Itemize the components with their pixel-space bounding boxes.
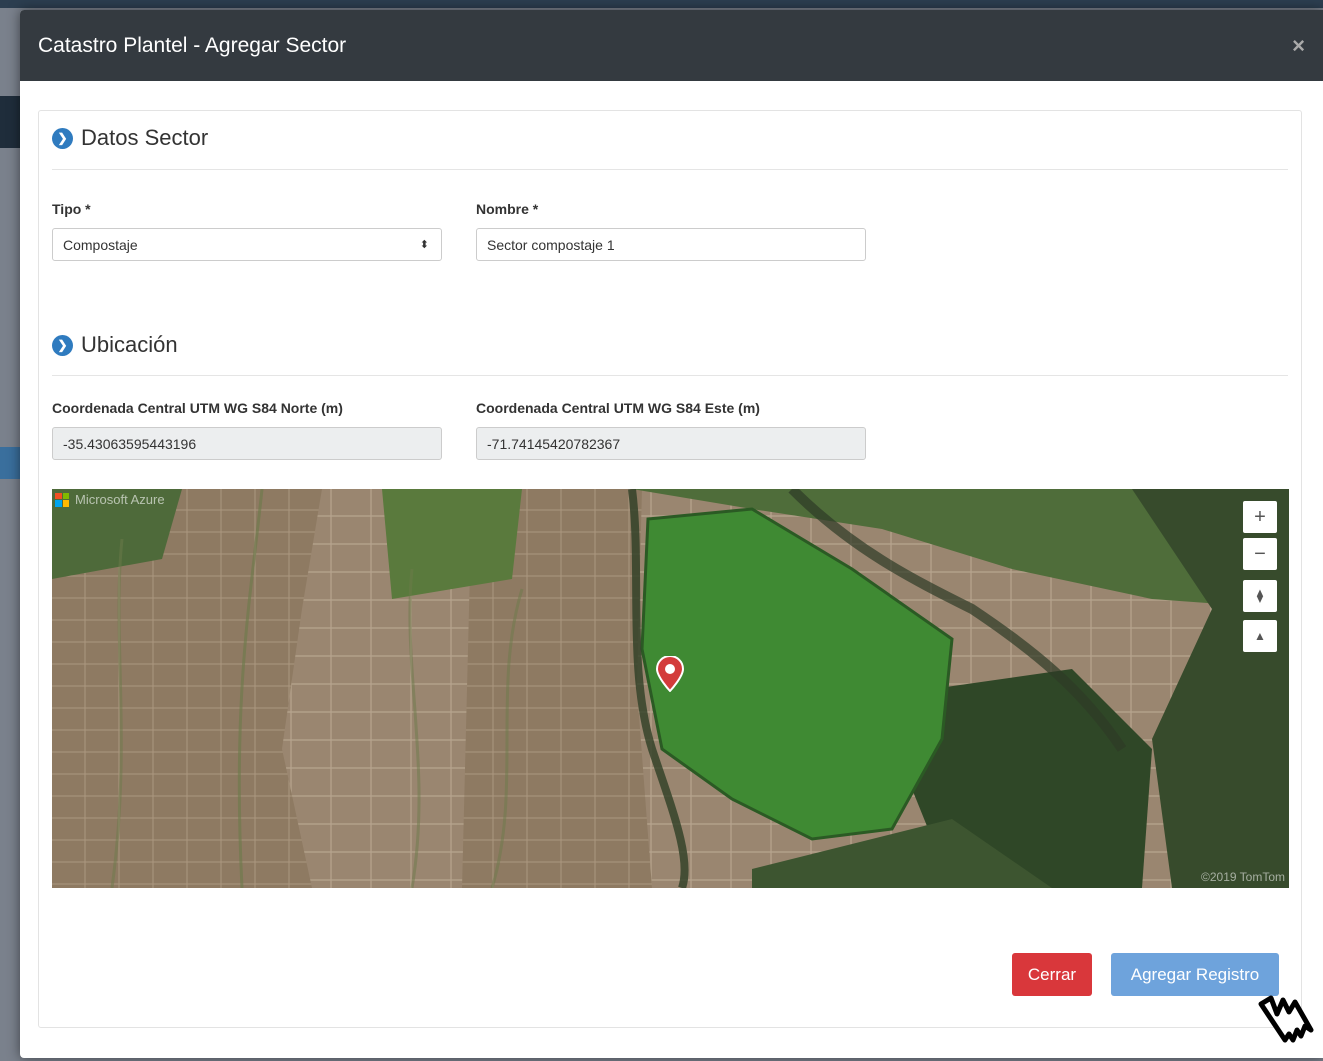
nombre-label: Nombre * (476, 201, 539, 217)
map-pin-icon[interactable] (655, 656, 685, 692)
select-arrows-icon: ⬍ (419, 239, 429, 251)
microsoft-logo-icon (55, 492, 69, 507)
section-datos-sector: ❯ Datos Sector (52, 125, 208, 151)
este-value: -71.74145420782367 (487, 435, 621, 452)
divider (52, 169, 1288, 170)
cerrar-button[interactable]: Cerrar (1012, 953, 1092, 996)
background-navbar (0, 0, 1323, 8)
agregar-registro-button[interactable]: Agregar Registro (1111, 953, 1279, 996)
tipo-select[interactable]: Compostaje ⬍ (52, 228, 442, 261)
section-ubicacion: ❯ Ubicación (52, 332, 178, 358)
satellite-map[interactable]: Microsoft Azure + − ⧫ ▲ ©2019 TomTom (52, 489, 1289, 888)
map-attribution: ©2019 TomTom (1201, 870, 1285, 884)
nombre-input[interactable]: Sector compostaje 1 (476, 228, 866, 261)
chevron-circle-right-icon: ❯ (52, 334, 73, 356)
modal-title: Catastro Plantel - Agregar Sector (38, 33, 347, 57)
este-input[interactable]: -71.74145420782367 (476, 427, 866, 460)
chevron-circle-right-icon: ❯ (52, 127, 73, 149)
section-title: Ubicación (81, 332, 178, 357)
norte-input[interactable]: -35.43063595443196 (52, 427, 442, 460)
map-provider: Microsoft Azure (75, 492, 165, 507)
zoom-in-button[interactable]: + (1243, 501, 1277, 533)
add-sector-modal: Catastro Plantel - Agregar Sector × ❯ Da… (20, 10, 1323, 1058)
nombre-value: Sector compostaje 1 (487, 236, 615, 253)
divider (52, 375, 1288, 376)
pitch-button[interactable]: ▲ (1243, 620, 1277, 652)
este-label: Coordenada Central UTM WG S84 Este (m) (476, 400, 760, 416)
azure-logo: Microsoft Azure (55, 492, 165, 507)
modal-header: Catastro Plantel - Agregar Sector × (20, 10, 1323, 81)
hand-cursor-icon (1258, 995, 1314, 1043)
tipo-value: Compostaje (63, 236, 138, 253)
background-bar (0, 96, 20, 148)
background-bar (0, 447, 20, 479)
form-panel: ❯ Datos Sector Tipo * Compostaje ⬍ Nombr… (38, 110, 1302, 1028)
tipo-label: Tipo * (52, 201, 91, 217)
compass-button[interactable]: ⧫ (1243, 580, 1277, 612)
close-icon[interactable]: × (1292, 33, 1305, 59)
zoom-out-button[interactable]: − (1243, 538, 1277, 570)
section-title: Datos Sector (81, 125, 209, 150)
norte-value: -35.43063595443196 (63, 435, 197, 452)
norte-label: Coordenada Central UTM WG S84 Norte (m) (52, 400, 343, 416)
